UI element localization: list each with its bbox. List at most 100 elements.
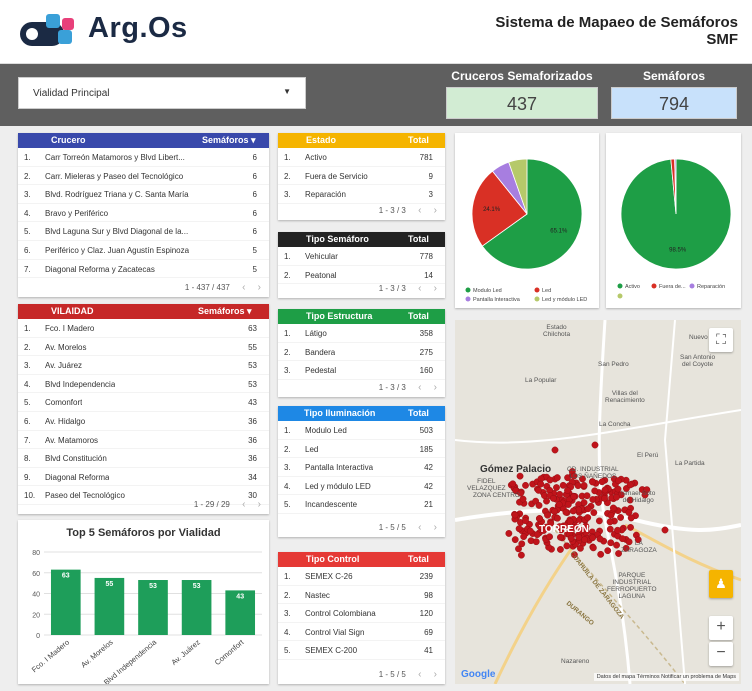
- next-page-icon[interactable]: ›: [434, 283, 437, 294]
- table-row[interactable]: 2. Carr. Mieleras y Paseo del Tecnológico…: [18, 167, 269, 186]
- table-row[interactable]: 3. Pantalla Interactiva 42: [278, 458, 445, 477]
- zoom-out-button[interactable]: −: [709, 642, 733, 666]
- col-header-tipo-iluminacion[interactable]: Tipo Iluminación: [304, 408, 375, 418]
- semaforo-marker[interactable]: [570, 493, 578, 501]
- semaforo-marker[interactable]: [601, 486, 609, 494]
- semaforo-marker[interactable]: [626, 481, 634, 489]
- semaforo-marker[interactable]: [550, 494, 557, 502]
- semaforo-marker[interactable]: [535, 502, 543, 509]
- semaforo-marker[interactable]: [519, 495, 527, 503]
- table-row[interactable]: 1. Carr Torreón Matamoros y Blvd Libert..…: [18, 148, 269, 167]
- table-row[interactable]: 7. Diagonal Reforma y Zacatecas 5: [18, 260, 269, 279]
- semaforo-marker[interactable]: [604, 547, 612, 555]
- semaforo-marker[interactable]: [553, 484, 560, 491]
- prev-page-icon[interactable]: ‹: [418, 382, 421, 393]
- table-row[interactable]: 3. Control Colombiana 120: [278, 604, 445, 623]
- table-row[interactable]: 2. Fuera de Servicio 9: [278, 167, 445, 186]
- fullscreen-icon[interactable]: ⛶: [709, 328, 733, 352]
- semaforo-marker[interactable]: [580, 482, 588, 489]
- table-row[interactable]: 4. Blvd Independencia 53: [18, 375, 269, 394]
- col-header-total[interactable]: Total: [408, 554, 429, 564]
- semaforo-marker[interactable]: [522, 481, 529, 489]
- semaforo-marker[interactable]: [575, 533, 583, 541]
- table-row[interactable]: 8. Blvd Constitución 36: [18, 449, 269, 468]
- semaforo-marker[interactable]: [577, 544, 584, 552]
- next-page-icon[interactable]: ›: [258, 282, 261, 293]
- table-row[interactable]: 2. Nastec 98: [278, 586, 445, 605]
- semaforo-marker[interactable]: [517, 551, 525, 559]
- semaforo-marker[interactable]: [546, 476, 554, 484]
- semaforo-marker[interactable]: [563, 542, 571, 550]
- semaforo-marker[interactable]: [601, 494, 608, 502]
- semaforo-marker[interactable]: [607, 539, 615, 547]
- semaforo-marker[interactable]: [591, 441, 599, 449]
- table-row[interactable]: 6. Periférico y Claz. Juan Agustín Espino…: [18, 241, 269, 260]
- table-row[interactable]: 4. Bravo y Periférico 6: [18, 204, 269, 223]
- next-page-icon[interactable]: ›: [434, 205, 437, 216]
- semaforo-marker[interactable]: [584, 505, 592, 513]
- legend-label[interactable]: Led: [542, 288, 551, 294]
- semaforo-marker[interactable]: [564, 501, 572, 508]
- col-header-vialidad[interactable]: VILAIDAD: [51, 306, 94, 316]
- table-row[interactable]: 2. Peatonal 14: [278, 266, 445, 285]
- next-page-icon[interactable]: ›: [434, 382, 437, 393]
- table-row[interactable]: 1. Fco. I Madero 63: [18, 319, 269, 338]
- semaforo-marker[interactable]: [607, 511, 615, 519]
- pegman-icon[interactable]: ♟: [709, 570, 733, 598]
- table-row[interactable]: 5. SEMEX C-200 41: [278, 641, 445, 660]
- prev-page-icon[interactable]: ‹: [418, 669, 421, 680]
- table-row[interactable]: 1. SEMEX C-26 239: [278, 567, 445, 586]
- table-row[interactable]: 4. Control Vial Sign 69: [278, 623, 445, 642]
- legend-label[interactable]: Led y módulo LED: [542, 297, 587, 303]
- semaforo-marker[interactable]: [509, 480, 517, 488]
- semaforo-marker[interactable]: [562, 508, 570, 516]
- semaforo-marker[interactable]: [661, 526, 669, 534]
- semaforo-marker[interactable]: [557, 533, 564, 541]
- col-header-semaforos[interactable]: Semáforos ▾: [198, 306, 252, 317]
- col-header-tipo-control[interactable]: Tipo Control: [306, 554, 359, 564]
- legend-label[interactable]: Modulo Led: [473, 288, 502, 294]
- semaforo-marker[interactable]: [537, 480, 545, 488]
- semaforo-marker[interactable]: [581, 536, 589, 544]
- col-header-semaforos[interactable]: Semáforos ▾: [202, 135, 256, 146]
- semaforo-marker[interactable]: [535, 486, 542, 494]
- prev-page-icon[interactable]: ‹: [418, 522, 421, 533]
- semaforo-marker[interactable]: [522, 517, 529, 525]
- next-page-icon[interactable]: ›: [258, 499, 261, 510]
- table-row[interactable]: 3. Blvd. Rodríguez Triana y C. Santa Marí…: [18, 185, 269, 204]
- prev-page-icon[interactable]: ‹: [418, 283, 421, 294]
- next-page-icon[interactable]: ›: [434, 522, 437, 533]
- semaforo-marker[interactable]: [544, 511, 551, 519]
- semaforo-marker[interactable]: [518, 540, 526, 548]
- legend-label[interactable]: Pantalla Interactiva: [473, 297, 521, 303]
- table-row[interactable]: 1. Látigo 358: [278, 324, 445, 343]
- semaforo-marker[interactable]: [564, 487, 571, 494]
- semaforo-marker[interactable]: [553, 474, 561, 482]
- col-header-total[interactable]: Total: [408, 311, 429, 321]
- semaforo-marker[interactable]: [613, 493, 620, 501]
- table-row[interactable]: 5. Incandescente 21: [278, 495, 445, 514]
- legend-label[interactable]: Reparación: [697, 284, 725, 290]
- semaforo-marker[interactable]: [532, 538, 540, 546]
- semaforo-marker[interactable]: [569, 507, 577, 515]
- table-row[interactable]: 3. Reparación 3: [278, 185, 445, 204]
- semaforo-marker[interactable]: [554, 514, 561, 522]
- table-row[interactable]: 2. Led 185: [278, 440, 445, 459]
- semaforo-marker[interactable]: [520, 533, 528, 541]
- semaforo-marker[interactable]: [613, 541, 620, 549]
- semaforo-marker[interactable]: [589, 544, 597, 552]
- vialidad-dropdown[interactable]: Vialidad Principal ▼: [18, 77, 306, 109]
- zoom-in-button[interactable]: +: [709, 616, 733, 640]
- semaforo-marker[interactable]: [584, 514, 592, 522]
- semaforo-marker[interactable]: [559, 481, 567, 489]
- semaforo-marker[interactable]: [511, 511, 519, 519]
- semaforo-marker[interactable]: [511, 536, 519, 544]
- table-row[interactable]: 5. Blvd Laguna Sur y Blvd Diagonal de la.…: [18, 222, 269, 241]
- col-header-tipo-semaforo[interactable]: Tipo Semáforo: [306, 234, 369, 244]
- col-header-total[interactable]: Total: [408, 135, 429, 145]
- col-header-estado[interactable]: Estado: [306, 135, 336, 145]
- table-row[interactable]: 1. Vehicular 778: [278, 247, 445, 266]
- legend-label[interactable]: Fuera de...: [659, 284, 686, 290]
- table-row[interactable]: 6. Av. Hidalgo 36: [18, 412, 269, 431]
- table-row[interactable]: 1. Activo 781: [278, 148, 445, 167]
